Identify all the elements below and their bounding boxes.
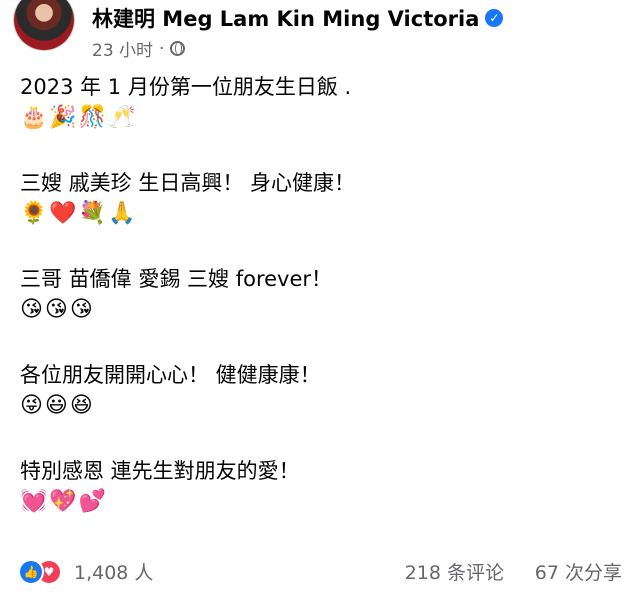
author-name[interactable]: 林建明 Meg Lam Kin Ming Victoria ✓ <box>92 3 504 33</box>
emoji-line: 🌻❤️💐🙏 <box>20 201 138 226</box>
like-icon[interactable]: 👍 <box>18 559 44 585</box>
avatar[interactable] <box>14 0 74 50</box>
comments-count[interactable]: 218 条评论 <box>405 558 504 585</box>
post-header: 林建明 Meg Lam Kin Ming Victoria ✓ 23 小时 · <box>0 0 640 64</box>
reaction-icons[interactable]: 👍 ♥ <box>18 559 68 585</box>
emoji-line: 🎂🎉🎊🥂 <box>20 105 138 130</box>
emoji-line: 😘😘😘 <box>20 297 95 322</box>
post-text-line: 三嫂 戚美珍 生日高興！ 身心健康！ <box>20 171 356 195</box>
post-paragraph: 特別感恩 連先生對朋友的愛！ 💓💖💕 <box>20 456 620 518</box>
reaction-count[interactable]: 1,408 人 <box>74 558 153 585</box>
post-text-line: 三哥 苗僑偉 愛錫 三嫂 forever！ <box>20 267 333 291</box>
post-footer: 👍 ♥ 1,408 人 218 条评论 67 次分享 <box>0 546 640 596</box>
timestamp[interactable]: 23 小时 <box>92 36 153 61</box>
emoji-line: 😜😃😆 <box>20 393 95 418</box>
separator: · <box>159 38 165 59</box>
post-meta: 23 小时 · <box>92 36 186 61</box>
post-paragraph: 2023 年 1 月份第一位朋友生日飯 . 🎂🎉🎊🥂 <box>20 72 620 134</box>
author-name-text[interactable]: 林建明 Meg Lam Kin Ming Victoria <box>92 3 479 33</box>
post-text-line: 2023 年 1 月份第一位朋友生日飯 . <box>20 75 352 99</box>
emoji-line: 💓💖💕 <box>20 489 109 514</box>
post-body: 2023 年 1 月份第一位朋友生日飯 . 🎂🎉🎊🥂 三嫂 戚美珍 生日高興！ … <box>20 72 620 552</box>
post-text-line: 特別感恩 連先生對朋友的愛！ <box>20 459 300 483</box>
verified-badge-icon: ✓ <box>485 9 504 27</box>
post-paragraph: 三嫂 戚美珍 生日高興！ 身心健康！ 🌻❤️💐🙏 <box>20 168 620 230</box>
globe-icon[interactable] <box>170 41 186 56</box>
post-paragraph: 各位朋友開開心心！ 健健康康！ 😜😃😆 <box>20 360 620 422</box>
shares-count[interactable]: 67 次分享 <box>535 558 622 585</box>
post-text-line: 各位朋友開開心心！ 健健康康！ <box>20 363 321 387</box>
post-paragraph: 三哥 苗僑偉 愛錫 三嫂 forever！ 😘😘😘 <box>20 264 620 326</box>
